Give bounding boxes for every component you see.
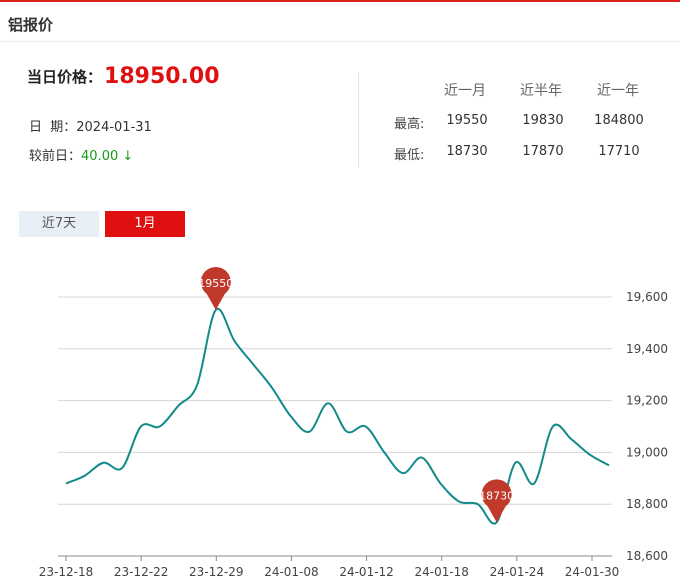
marker-label: 18730	[479, 489, 514, 502]
price-marker: 18730	[479, 479, 514, 523]
date-row: 日 期：2024-01-31	[29, 116, 152, 135]
y-tick-label: 19,200	[626, 394, 668, 408]
y-tick-label: 19,600	[626, 290, 668, 304]
y-tick-label: 18,800	[626, 497, 668, 511]
y-tick-label: 19,000	[626, 445, 668, 459]
change-label: 较前日：	[29, 149, 82, 164]
price-series-line	[65, 307, 610, 525]
price-row: 当日价格：18950.00	[27, 64, 220, 89]
stats-low-halfyear: 17870	[522, 144, 564, 159]
price-label: 当日价格：	[27, 68, 103, 86]
title-bar: 铝报价	[0, 2, 680, 42]
y-tick-label: 19,400	[626, 342, 668, 356]
x-tick-label: 23-12-29	[189, 565, 243, 579]
change-value: 40.00 ↓	[81, 149, 134, 164]
date-value: 2024-01-31	[76, 120, 152, 135]
price-value: 18950.00	[104, 64, 220, 89]
tab-7-days[interactable]: 近7天	[19, 211, 99, 237]
x-tick-label: 24-01-18	[414, 565, 468, 579]
x-tick-label: 24-01-24	[490, 565, 544, 579]
stats-high-halfyear: 19830	[522, 113, 564, 128]
price-marker: 19550	[198, 266, 233, 310]
stats-header-month: 近一月	[444, 83, 486, 99]
x-tick-label: 23-12-18	[39, 565, 93, 579]
y-tick-label: 18,600	[626, 549, 668, 563]
stats-high-month: 19550	[446, 113, 488, 128]
price-line-chart: 19,600 19,400 19,200 19,000 18,800 18,600 23-1…	[39, 266, 668, 579]
divider	[358, 72, 359, 168]
tab-1-month[interactable]: 1月	[105, 211, 185, 237]
marker-label: 19550	[198, 277, 233, 290]
x-tick-label: 23-12-22	[114, 565, 168, 579]
stats-header-halfyear: 近半年	[520, 83, 562, 99]
stats-header-year: 近一年	[597, 83, 639, 99]
stats-low-month: 18730	[446, 144, 488, 159]
change-row: 较前日：40.00 ↓	[29, 145, 133, 164]
page-title: 铝报价	[8, 16, 54, 34]
stats-high-year: 184800	[594, 113, 644, 128]
x-tick-label: 24-01-12	[339, 565, 393, 579]
stats-low-year: 17710	[598, 144, 640, 159]
date-label: 日 期：	[29, 120, 77, 135]
x-tick-label: 24-01-08	[264, 565, 318, 579]
x-tick-label: 24-01-30	[565, 565, 619, 579]
